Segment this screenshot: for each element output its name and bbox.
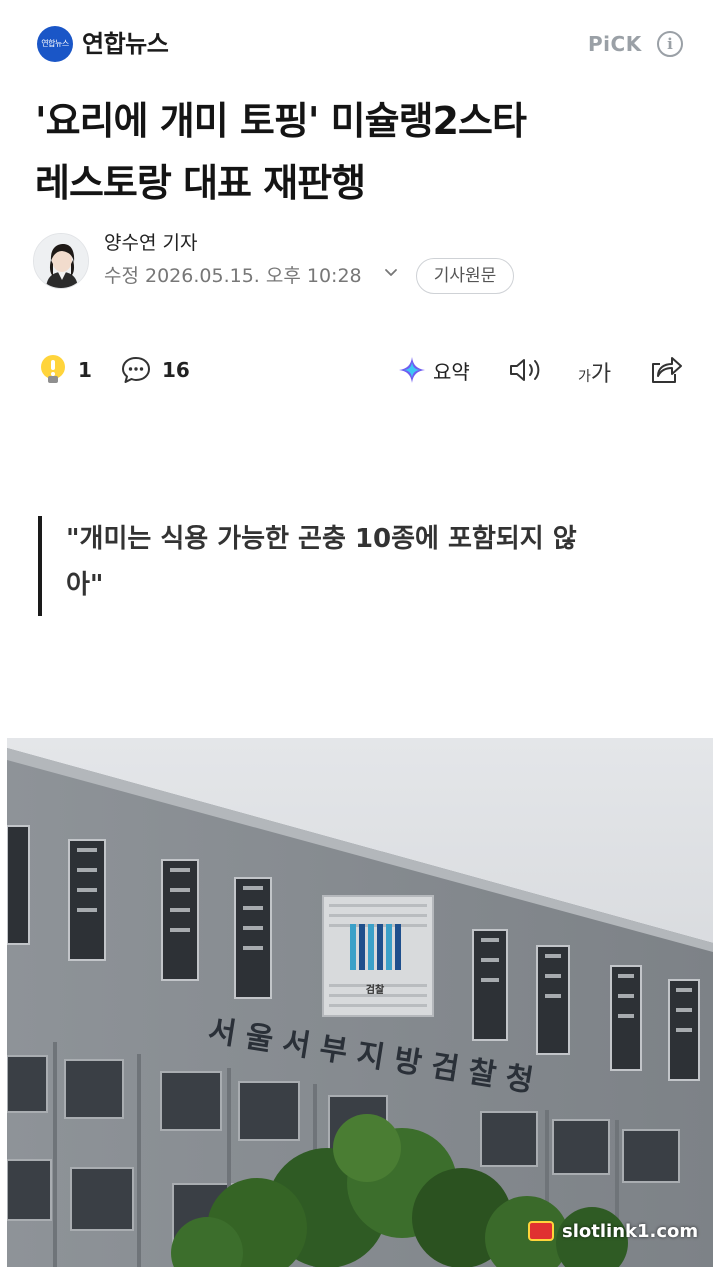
article-photo[interactable]: 검찰 서울서부지방검찰청 [7,738,713,1267]
reporter-name[interactable]: 양수연 기자 [104,229,197,257]
comment-button[interactable]: 16 [120,353,190,387]
press-name[interactable]: 연합뉴스 [82,26,169,62]
sparkle-icon [399,357,425,383]
reporter-avatar-image [34,234,88,288]
original-article-button[interactable]: 기사원문 [416,258,514,294]
share-icon[interactable] [648,354,684,386]
reaction-count: 1 [78,358,92,382]
summary-label: 요약 [433,359,470,384]
article-title: '요리에 개미 토핑' 미슐랭2스타 레스토랑 대표 재판행 [35,90,675,214]
font-small-label: 가 [578,369,591,385]
article-header: 연합뉴스 연합뉴스 PiCK i [0,0,717,88]
info-icon[interactable]: i [657,31,683,57]
action-bar: 1 16 요약 가 가 [0,345,717,395]
quote-line-1: "개미는 식용 가능한 곤충 10종에 포함되지 않 [66,524,577,554]
watermark-text: slotlink1.com [562,1220,699,1242]
title-line-1: '요리에 개미 토핑' 미슐랭2스타 [35,99,527,143]
watermark: slotlink1.com [528,1216,698,1246]
emblem-text: 검찰 [366,983,385,996]
building-image: 검찰 서울서부지방검찰청 [7,738,713,1267]
lightbulb-icon [41,355,65,383]
summary-button[interactable]: 요약 [397,353,470,387]
press-logo[interactable]: 연합뉴스 [37,26,73,62]
font-big-label: 가 [590,362,612,387]
quote-line-2: 아" [66,570,104,600]
article-timestamp: 수정 2026.05.15. 오후 10:28 [104,265,362,287]
font-size-button[interactable]: 가 가 [578,355,611,389]
chevron-down-icon[interactable] [383,265,399,281]
pick-badge: PiCK [588,32,642,56]
reaction-button[interactable]: 1 [38,353,92,387]
comment-count: 16 [162,358,190,382]
title-line-2: 레스토랑 대표 재판행 [35,161,366,205]
reporter-avatar[interactable] [33,233,89,289]
watermark-icon [528,1221,554,1241]
comment-icon [122,357,150,383]
speaker-icon[interactable] [508,355,544,385]
pull-quote: "개미는 식용 가능한 곤충 10종에 포함되지 않 아" [38,516,638,616]
